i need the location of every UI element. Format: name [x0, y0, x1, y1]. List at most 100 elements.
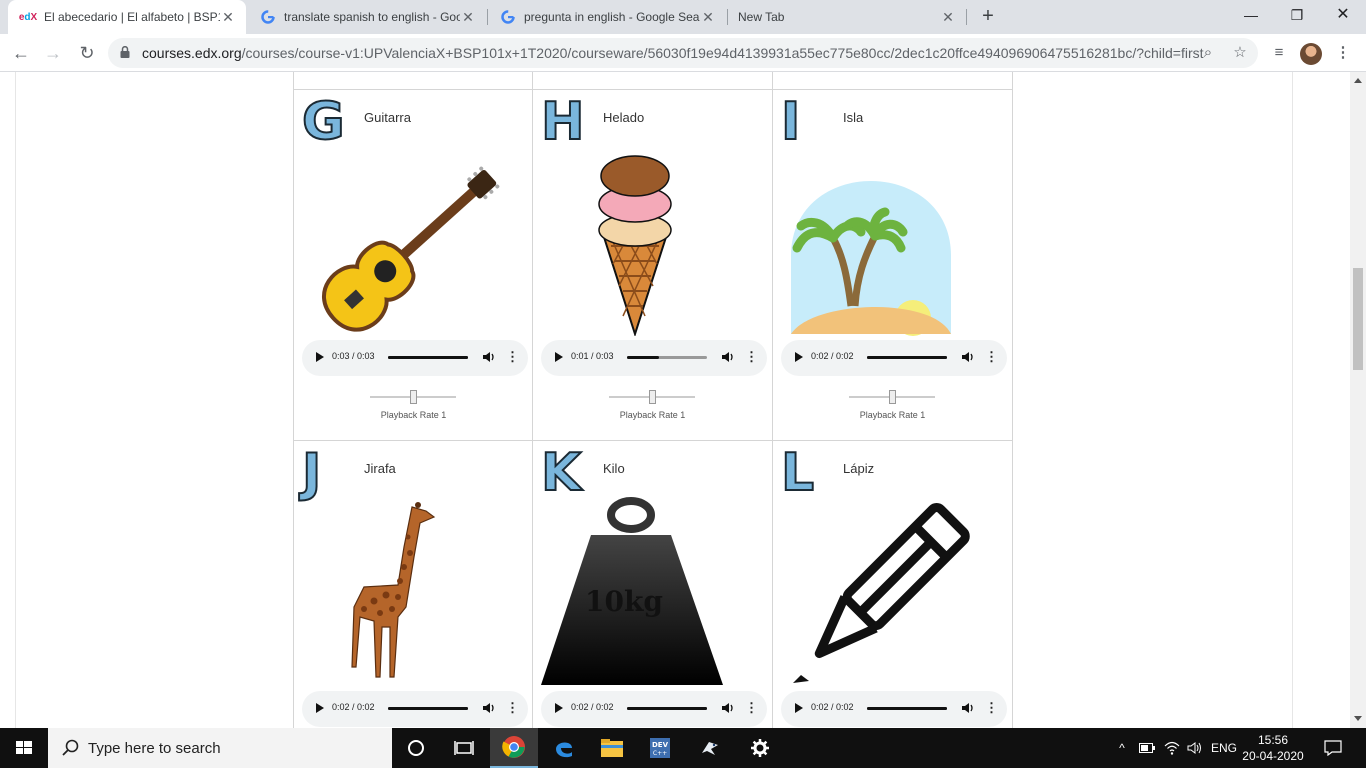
close-icon[interactable]: ✕ [220, 9, 236, 26]
scroll-down-arrow[interactable] [1354, 716, 1362, 721]
back-button[interactable]: ← [8, 40, 34, 66]
tab-strip: edX El abecedario | El alfabeto | BSP10 … [0, 0, 1366, 34]
task-view-button[interactable] [440, 728, 488, 768]
settings-gear-icon [751, 739, 769, 757]
letter-card-l: L Lápiz 0:02 / 0:02 ⋮ [773, 441, 1012, 728]
window-close-button[interactable]: ✕ [1320, 0, 1366, 34]
volume-icon[interactable] [482, 701, 496, 715]
audio-progress[interactable] [388, 356, 468, 359]
play-icon[interactable] [795, 703, 803, 713]
taskbar-devcpp[interactable]: DEV C++ [636, 728, 684, 768]
audio-time: 0:01 / 0:03 [571, 351, 614, 361]
audio-progress[interactable] [867, 356, 947, 359]
tab-new[interactable]: New Tab ✕ [728, 0, 966, 34]
taskbar-chrome[interactable] [490, 728, 538, 768]
tab-edx[interactable]: edX El abecedario | El alfabeto | BSP10 … [8, 0, 246, 34]
lock-icon [120, 46, 130, 58]
giraffe-image [351, 502, 436, 678]
playback-rate-label: Playback Rate 1 [619, 410, 686, 420]
cortana-button[interactable] [392, 728, 440, 768]
notifications-icon[interactable] [1318, 728, 1348, 768]
page-content: G Guitarra 0:03 / 0:03 ⋮ Playback Rate 1 [0, 72, 1350, 728]
volume-icon[interactable] [721, 350, 735, 364]
more-options-icon[interactable]: ⋮ [506, 350, 519, 364]
url-text: courses.edx.org/courses/course-v1:UPVale… [142, 45, 1204, 61]
audio-player[interactable]: 0:02 / 0:02 ⋮ [541, 691, 767, 727]
browser-toolbar: ← → ↻ courses.edx.org/courses/course-v1:… [0, 34, 1366, 72]
taskbar-app-bird[interactable] [686, 728, 734, 768]
search-placeholder: Type here to search [88, 740, 221, 757]
audio-player[interactable]: 0:02 / 0:02 ⋮ [302, 691, 528, 727]
playback-rate-thumb[interactable] [410, 390, 417, 404]
letter-card-j: J Jirafa 0:02 / 0:02 ⋮ [294, 441, 533, 728]
volume-icon[interactable] [482, 350, 496, 364]
play-icon[interactable] [316, 703, 324, 713]
volume-icon[interactable] [961, 701, 975, 715]
audio-player[interactable]: 0:03 / 0:03 ⋮ [302, 340, 528, 376]
reload-button[interactable]: ↻ [74, 40, 100, 66]
big-letter: H [540, 92, 586, 152]
play-icon[interactable] [316, 352, 324, 362]
clock-date: 20-04-2020 [1242, 749, 1304, 763]
audio-player[interactable]: 0:02 / 0:02 ⋮ [781, 340, 1007, 376]
more-options-icon[interactable]: ⋮ [985, 350, 998, 364]
volume-tray-icon[interactable] [1184, 728, 1206, 768]
more-options-icon[interactable]: ⋮ [985, 701, 998, 715]
audio-progress[interactable] [627, 356, 707, 359]
play-icon[interactable] [555, 703, 563, 713]
new-tab-button[interactable]: + [976, 5, 1000, 29]
wifi-icon[interactable] [1160, 728, 1184, 768]
volume-icon[interactable] [721, 701, 735, 715]
maximize-button[interactable]: ❐ [1274, 0, 1320, 34]
language-indicator[interactable]: ENG [1208, 728, 1240, 768]
scroll-up-arrow[interactable] [1354, 78, 1362, 83]
audio-progress[interactable] [627, 707, 707, 710]
edge-icon [556, 742, 572, 758]
audio-progress[interactable] [867, 707, 947, 710]
forward-button[interactable]: → [40, 40, 66, 66]
pencil-image [793, 503, 970, 683]
audio-player[interactable]: 0:02 / 0:02 ⋮ [781, 691, 1007, 727]
word-label: Jirafa [364, 461, 396, 476]
start-button[interactable] [0, 728, 48, 768]
windows-logo-icon [16, 741, 32, 754]
battery-icon[interactable] [1136, 728, 1158, 768]
more-options-icon[interactable]: ⋮ [506, 701, 519, 715]
audio-progress[interactable] [388, 707, 468, 710]
bookmark-star-icon[interactable]: ☆ [1230, 43, 1250, 63]
big-letter: J [301, 443, 322, 503]
playback-rate-thumb[interactable] [889, 390, 896, 404]
playback-rate-thumb[interactable] [649, 390, 656, 404]
more-options-icon[interactable]: ⋮ [745, 350, 758, 364]
url-path: /courses/course-v1:UPValenciaX+BSP101x+1… [241, 45, 1204, 61]
profile-avatar[interactable] [1300, 43, 1322, 65]
play-icon[interactable] [795, 352, 803, 362]
address-bar[interactable]: courses.edx.org/courses/course-v1:UPVale… [108, 38, 1258, 68]
audio-time: 0:02 / 0:02 [811, 351, 854, 361]
minimize-button[interactable]: — [1228, 0, 1274, 34]
volume-icon[interactable] [961, 350, 975, 364]
taskbar-search[interactable]: Type here to search [48, 728, 392, 768]
audio-time: 0:02 / 0:02 [571, 702, 614, 712]
audio-player[interactable]: 0:01 / 0:03 ⋮ [541, 340, 767, 376]
tab-title: New Tab [738, 10, 785, 24]
tab-pregunta[interactable]: pregunta in english - Google Sea ✕ [488, 0, 726, 34]
audio-time: 0:02 / 0:02 [811, 702, 854, 712]
weight-image: 10kg [541, 497, 723, 685]
menu-icon[interactable]: ⋮ [1332, 42, 1354, 64]
tab-translate[interactable]: translate spanish to english - Goo ✕ [248, 0, 486, 34]
media-queue-icon[interactable]: ≡ [1268, 42, 1290, 64]
tray-overflow-icon[interactable]: ^ [1112, 728, 1132, 768]
taskbar-settings[interactable] [736, 728, 784, 768]
play-icon[interactable] [555, 352, 563, 362]
close-icon[interactable]: ✕ [700, 9, 716, 26]
scroll-thumb[interactable] [1353, 268, 1363, 370]
close-icon[interactable]: ✕ [940, 9, 956, 26]
zoom-search-icon[interactable]: ⌕ [1198, 43, 1218, 63]
taskbar-file-explorer[interactable] [588, 728, 636, 768]
taskbar-clock[interactable]: 15:56 20-04-2020 [1240, 732, 1306, 764]
page-scrollbar[interactable] [1350, 72, 1366, 728]
more-options-icon[interactable]: ⋮ [745, 701, 758, 715]
close-icon[interactable]: ✕ [460, 9, 476, 26]
taskbar-edge[interactable] [540, 728, 588, 768]
